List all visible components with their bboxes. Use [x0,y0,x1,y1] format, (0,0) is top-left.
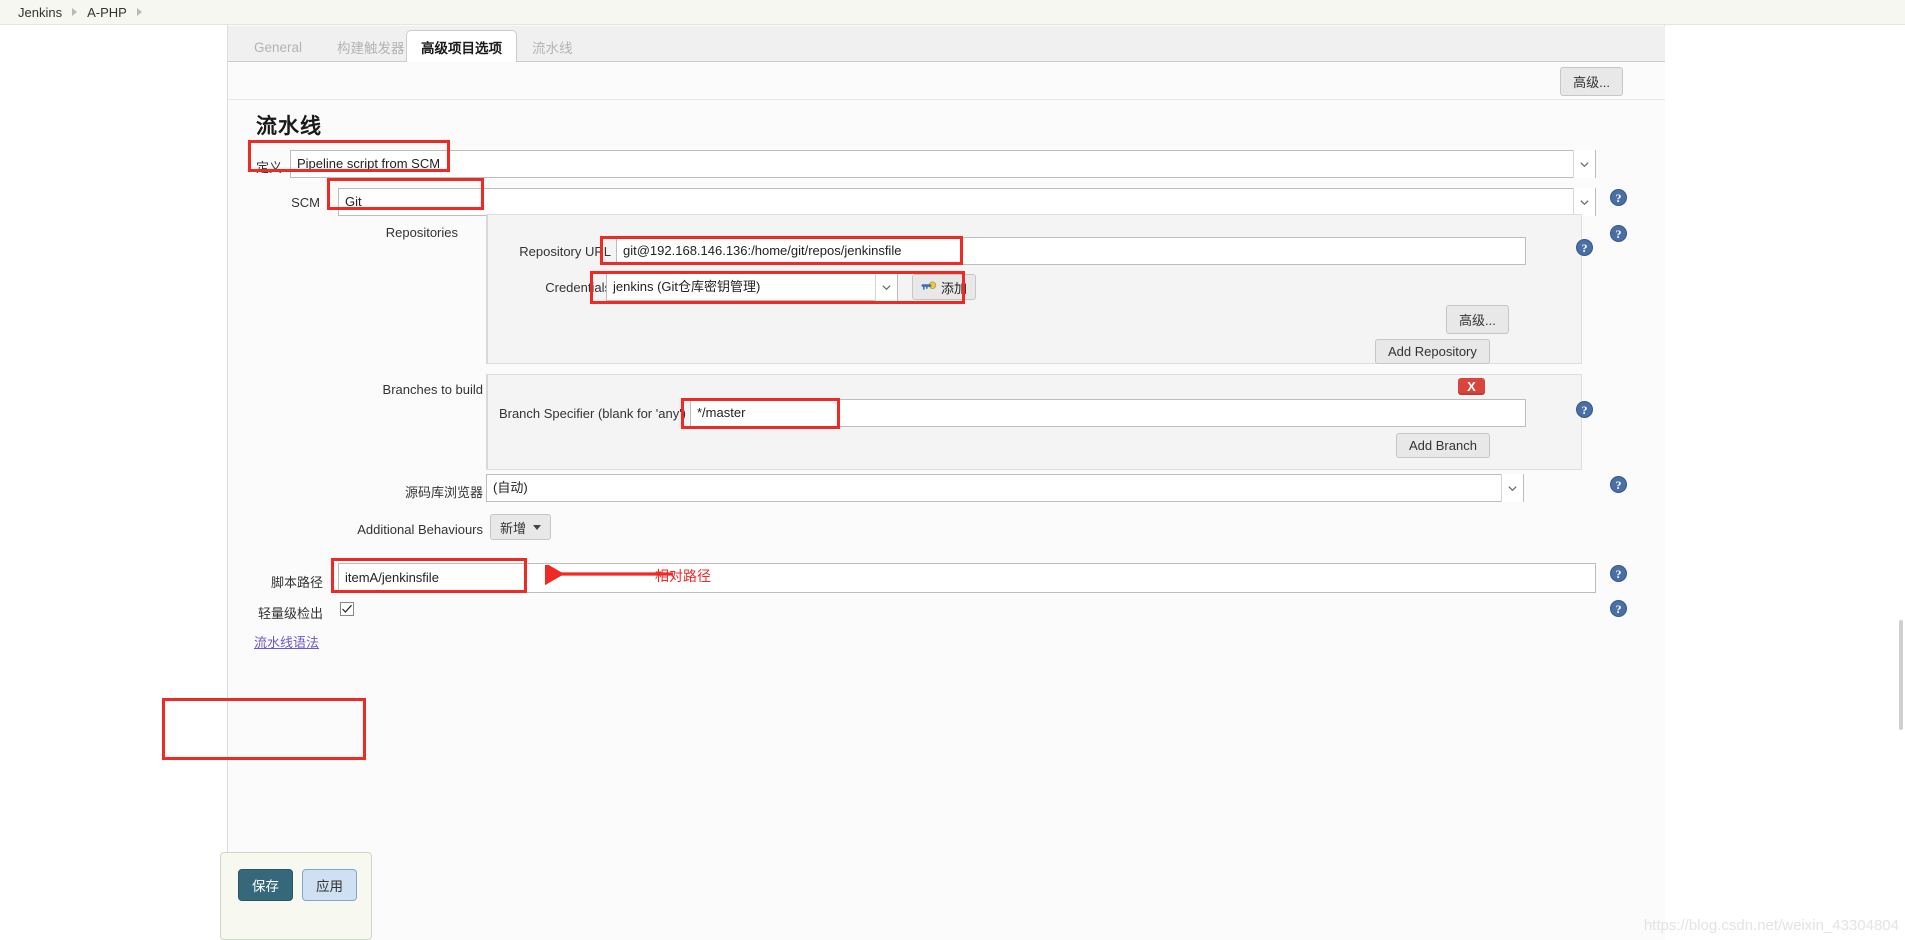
branch-specifier-input[interactable]: */master [690,399,1526,427]
save-button[interactable]: 保存 [238,869,293,901]
add-behaviour-button[interactable]: 新增 [490,514,552,540]
repository-url-input[interactable]: git@192.168.146.136:/home/git/repos/jenk… [616,237,1526,265]
additional-behaviours-label: Additional Behaviours [357,522,483,537]
watermark-text: https://blog.csdn.net/weixin_43304804 [1643,917,1899,934]
pipeline-form-body: 高级... 流水线 定义 Pipeline script from SCM SC… [228,62,1665,940]
repo-browser-select[interactable]: (自动) [486,474,1524,502]
scm-label: SCM [291,195,320,210]
add-credentials-button[interactable]: 添加 [912,274,977,300]
lightweight-checkout-checkbox[interactable] [340,602,354,616]
add-repository-button[interactable]: Add Repository [1375,339,1490,364]
chevron-down-icon-behaviour [533,524,542,530]
branch-specifier-label: Branch Specifier (blank for 'any') [498,406,686,421]
credentials-select[interactable]: jenkins (Git仓库密钥管理) [606,273,898,301]
add-credentials-label: 添加 [941,280,968,296]
branches-to-build-label: Branches to build [382,382,483,397]
add-branch-button[interactable]: Add Branch [1396,433,1490,458]
help-icon-repositories[interactable]: ? [1610,225,1627,242]
help-icon-repository-url[interactable]: ? [1576,239,1593,256]
scm-select[interactable]: Git [338,188,1596,216]
credentials-label: Credentials [545,280,611,295]
chevron-down-icon[interactable] [1573,150,1595,178]
definition-label: 定义 [255,160,282,175]
breadcrumb: Jenkins A-PHP [0,0,1905,25]
help-icon-script-path[interactable]: ? [1610,565,1627,582]
repo-browser-select-value: (自动) [493,480,528,495]
repository-advanced-button[interactable]: 高级... [1446,305,1509,334]
script-path-input[interactable]: itemA/jenkinsfile [338,563,1596,593]
add-behaviour-label: 新增 [500,520,527,536]
breadcrumb-separator-icon-2 [136,8,142,16]
repositories-label: Repositories [385,225,458,240]
check-icon [342,604,352,613]
jenkins-pipeline-config-page: Jenkins A-PHP General 构建触发器 高级项目选项 流水线 高… [0,0,1905,940]
tab-build-triggers[interactable]: 构建触发器 [323,32,419,62]
help-icon-repo-browser[interactable]: ? [1610,476,1627,493]
tab-advanced-options[interactable]: 高级项目选项 [406,30,517,63]
chevron-down-icon-scm[interactable] [1573,188,1595,216]
repository-url-label: Repository URL [519,244,611,259]
help-icon-lightweight[interactable]: ? [1610,600,1627,617]
annotation-relative-path: 相对路径 [655,568,711,584]
tab-general[interactable]: General [240,32,316,62]
breadcrumb-separator-icon [72,8,78,16]
chevron-down-icon-browser[interactable] [1501,474,1523,502]
scm-select-value: Git [345,194,362,209]
pipeline-syntax-link[interactable]: 流水线语法 [254,632,319,651]
definition-select[interactable]: Pipeline script from SCM [290,150,1596,178]
repo-browser-label: 源码库浏览器 [404,485,483,500]
advanced-button-top[interactable]: 高级... [1560,67,1623,96]
page-title: 流水线 [256,115,322,138]
config-tab-bar: General 构建触发器 高级项目选项 流水线 [228,26,1665,63]
key-icon [921,280,937,295]
tab-pipeline[interactable]: 流水线 [518,32,587,62]
apply-button[interactable]: 应用 [302,869,357,901]
help-icon-scm[interactable]: ? [1610,189,1627,206]
script-path-label: 脚本路径 [270,575,323,590]
help-icon-branch-specifier[interactable]: ? [1576,401,1593,418]
breadcrumb-item-jenkins[interactable]: Jenkins [12,5,68,20]
definition-select-value: Pipeline script from SCM [297,156,441,171]
top-advanced-row: 高级... [228,62,1665,100]
chevron-down-icon-credentials[interactable] [875,273,897,301]
delete-branch-button[interactable]: X [1458,378,1485,395]
breadcrumb-item-project[interactable]: A-PHP [81,5,133,20]
credentials-select-value: jenkins (Git仓库密钥管理) [613,279,761,294]
scrollbar-thumb[interactable] [1899,620,1903,730]
lightweight-checkout-label: 轻量级检出 [257,606,323,621]
